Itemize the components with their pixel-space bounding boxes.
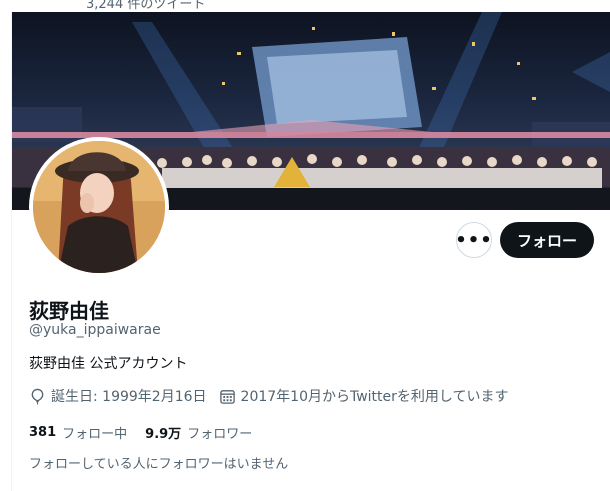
user-handle: @yuka_ippaiwarae — [29, 322, 161, 338]
profile-bio: 荻野由佳 公式アカウント — [29, 356, 188, 372]
followers-you-know-note: フォローしている人にフォロワーはいません — [29, 457, 289, 472]
calendar-icon — [219, 389, 235, 404]
joined-text: 2017年10月からTwitterを利用しています — [240, 389, 509, 405]
more-icon: ••• — [455, 229, 493, 251]
birthday-item: 誕生日: 1999年2月16日 — [29, 386, 207, 406]
profile-meta: 誕生日: 1999年2月16日 2017年10月からTwitterを利用していま… — [29, 386, 520, 406]
display-name: 荻野由佳 — [29, 299, 109, 323]
more-options-button[interactable]: ••• — [455, 222, 493, 258]
header-strip: 3,244 件のツイート — [0, 0, 610, 12]
follow-button[interactable]: フォロー — [500, 222, 594, 258]
following-label: フォロー中 — [62, 427, 128, 442]
followers-link[interactable]: 9.9万 フォロワー — [145, 423, 252, 442]
avatar-image — [33, 141, 165, 273]
joined-item: 2017年10月からTwitterを利用しています — [219, 386, 509, 406]
balloon-icon — [31, 388, 44, 405]
tweet-count: 3,244 件のツイート — [86, 0, 206, 12]
birthday-text: 誕生日: 1999年2月16日 — [51, 389, 207, 405]
profile-avatar[interactable] — [29, 137, 169, 277]
followers-count: 9.9万 — [145, 427, 182, 442]
following-link[interactable]: 381 フォロー中 — [29, 423, 127, 442]
follow-stats: 381 フォロー中 9.9万 フォロワー — [29, 423, 270, 442]
following-count: 381 — [29, 425, 57, 440]
followers-label: フォロワー — [187, 427, 253, 442]
